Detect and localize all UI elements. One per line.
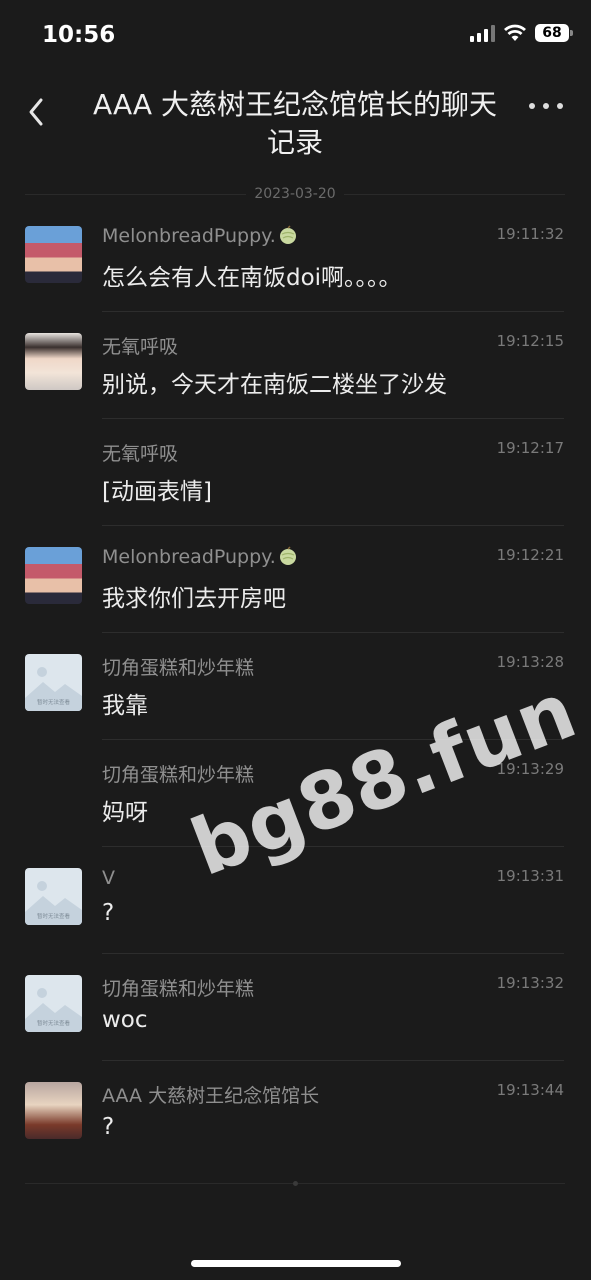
battery-icon: 68 [535,24,573,42]
sender-name: MelonbreadPuppy. [102,225,298,247]
sender-name: 无氧呼吸 [102,443,179,465]
avatar[interactable]: 暂时无法查看 [25,654,82,711]
avatar[interactable] [25,1082,82,1139]
back-icon[interactable] [22,90,52,130]
placeholder-text: 暂时无法查看 [37,912,71,920]
image-placeholder-icon: 暂时无法查看 [25,667,82,711]
message-row[interactable]: AAA 大慈树王纪念馆馆长 19:13:44? [0,1061,591,1168]
message-time: 19:13:32 [496,974,564,992]
avatar[interactable]: 暂时无法查看 [25,975,82,1032]
list-end-dot [293,1181,298,1186]
message-content: ? [102,1114,115,1140]
sender-name: V [102,867,115,889]
avatar[interactable]: 暂时无法查看 [25,868,82,925]
status-bar: 10:56 68 [0,0,591,70]
message-row[interactable]: 暂时无法查看 V 19:13:31? [0,847,591,954]
sender-name: AAA 大慈树王纪念馆馆长 [102,1085,320,1107]
placeholder-text: 暂时无法查看 [37,698,71,706]
message-row[interactable]: 无氧呼吸 19:12:17 [动画表情] [0,419,591,526]
message-row[interactable]: 暂时无法查看 切角蛋糕和炒年糕 19:13:32 woc [0,954,591,1061]
message-content: [动画表情] [102,479,212,505]
page-title: AAA 大慈树王纪念馆馆长的聊天记录 [93,88,497,159]
message-content: 我求你们去开房吧 [102,586,286,612]
image-placeholder-icon: 暂时无法查看 [25,988,82,1032]
date-separator: 2023-03-20 [25,186,565,202]
sender-name: 切角蛋糕和炒年糕 [102,978,255,1000]
home-indicator[interactable] [191,1260,401,1267]
message-content: 别说，今天才在南饭二楼坐了沙发 [102,372,447,398]
placeholder-text: 暂时无法查看 [37,1019,71,1027]
message-time: 19:11:32 [496,225,564,243]
status-time: 10:56 [42,22,116,48]
avatar[interactable] [25,333,82,390]
sender-name: MelonbreadPuppy. [102,546,298,568]
nav-bar: AAA 大慈树王纪念馆馆长的聊天记录 [0,80,591,170]
melon-icon [279,225,296,244]
battery-level: 68 [542,25,562,41]
message-row[interactable]: MelonbreadPuppy. 19:11:32 怎么会有人在南饭doi啊。。。。 [0,205,591,312]
message-content: 怎么会有人在南饭doi啊。。。。 [102,265,402,291]
message-content: 妈呀 [102,800,148,826]
message-row[interactable]: MelonbreadPuppy. 19:12:21 我求你们去开房吧 [0,526,591,633]
message-content: woc [102,1007,148,1033]
avatar[interactable] [25,226,82,283]
wifi-icon [504,24,526,41]
date-label: 2023-03-20 [254,186,336,202]
message-content: ? [102,900,115,926]
message-row[interactable]: 无氧呼吸 19:12:15 别说，今天才在南饭二楼坐了沙发 [0,312,591,419]
avatar[interactable] [25,547,82,604]
message-time: 19:13:44 [496,1081,564,1099]
sender-name: 切角蛋糕和炒年糕 [102,657,255,679]
status-icons: 68 [470,24,573,42]
signal-icon [470,24,495,42]
melon-icon [279,546,296,565]
sender-name: 无氧呼吸 [102,336,179,358]
message-content: 我靠 [102,693,148,719]
more-icon[interactable] [529,96,563,116]
sender-name: 切角蛋糕和炒年糕 [102,764,255,786]
message-time: 19:12:17 [496,439,564,457]
message-time: 19:12:21 [496,546,564,564]
message-time: 19:12:15 [496,332,564,350]
message-time: 19:13:31 [496,867,564,885]
image-placeholder-icon: 暂时无法查看 [25,881,82,925]
